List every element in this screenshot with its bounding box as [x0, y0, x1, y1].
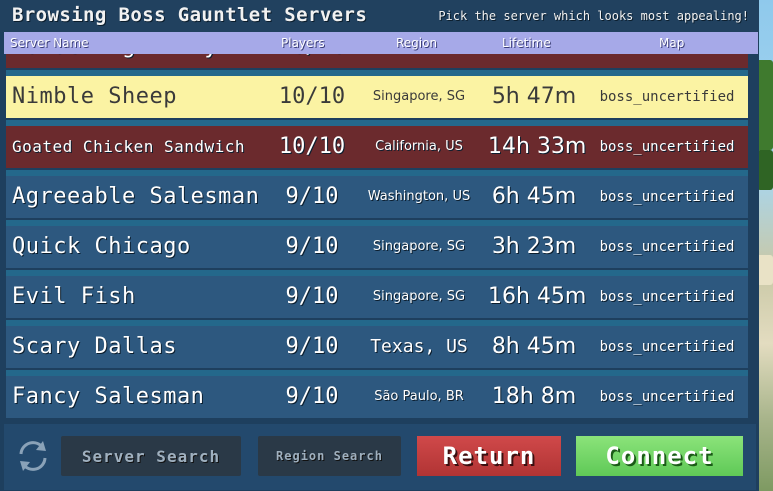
server-players: 9/10: [285, 334, 339, 359]
server-lifetime: 8h 45m: [491, 334, 577, 359]
server-map: boss_uncertified: [599, 239, 735, 255]
server-lifetime: 6h 45m: [491, 184, 577, 209]
server-name: Fancy Salesman: [12, 384, 205, 409]
server-row[interactable]: Goated Chicken Sandwich 10/10 California…: [6, 126, 748, 168]
refresh-icon[interactable]: [15, 438, 51, 474]
server-name: Scary Dallas: [12, 334, 177, 359]
column-header-lifetime[interactable]: Lifetime: [502, 36, 551, 50]
server-players: 10/10: [278, 134, 346, 159]
region-search-button[interactable]: Region Search: [258, 436, 401, 476]
server-row[interactable]: Agreeable Salesman 9/10 Washington, US 6…: [6, 176, 748, 218]
server-region: Washington, US: [367, 189, 471, 204]
window-subtitle: Pick the server which looks most appeali…: [438, 9, 749, 23]
server-region: Texas, US: [370, 336, 468, 357]
server-region: Singapore, SG: [372, 239, 466, 254]
tree-foliage: [757, 150, 773, 190]
server-name: Goated Chicken Sandwich: [12, 137, 246, 156]
server-map: boss_uncertified: [599, 139, 735, 155]
column-header-map[interactable]: Map: [659, 36, 684, 50]
server-name: Evil Fish: [12, 284, 136, 309]
title-bar: Browsing Boss Gauntlet Servers Pick the …: [0, 0, 759, 32]
server-row[interactable]: Quick Chicago 9/10 Singapore, SG 3h 23m …: [6, 226, 748, 268]
return-button[interactable]: Return: [417, 436, 561, 476]
server-players: 9/10: [285, 384, 339, 409]
server-row-selected[interactable]: Nimble Sheep 10/10 Singapore, SG 5h 47m …: [6, 76, 748, 118]
column-header-players[interactable]: Players: [281, 36, 325, 50]
server-lifetime: 5h 47m: [491, 84, 577, 109]
server-map: boss_uncertified: [599, 89, 735, 105]
server-players: 9/10: [285, 284, 339, 309]
server-list[interactable]: Wandering Billy 10/10 Nimble Sheep 10/10…: [6, 54, 748, 420]
server-row[interactable]: Evil Fish 9/10 Singapore, SG 16h 45m bos…: [6, 276, 748, 318]
server-players: 10/10: [278, 84, 346, 109]
server-lifetime: 3h 23m: [491, 234, 577, 259]
server-region: Singapore, SG: [372, 289, 466, 304]
column-header-server-name[interactable]: Server Name: [10, 36, 89, 50]
server-players: 10/10: [272, 54, 352, 68]
server-lifetime: 18h 8m: [491, 384, 577, 409]
server-map: boss_uncertified: [599, 289, 735, 305]
server-map: boss_uncertified: [599, 189, 735, 205]
server-region: São Paulo, BR: [374, 389, 464, 404]
server-name: Wandering Billy: [12, 54, 218, 68]
server-row[interactable]: Fancy Salesman 9/10 São Paulo, BR 18h 8m…: [6, 376, 748, 418]
column-header-region[interactable]: Region: [396, 36, 437, 50]
server-browser-panel: Browsing Boss Gauntlet Servers Pick the …: [0, 0, 759, 491]
server-name: Agreeable Salesman: [12, 184, 260, 209]
server-name: Nimble Sheep: [12, 84, 177, 109]
server-region: California, US: [375, 139, 463, 154]
server-search-button[interactable]: Server Search: [61, 436, 241, 476]
server-lifetime: 14h 33m: [488, 134, 587, 159]
server-lifetime: 16h 45m: [488, 284, 587, 309]
server-map: boss_uncertified: [599, 389, 735, 405]
server-name: Quick Chicago: [12, 234, 191, 259]
column-header-bar: Server Name Players Region Lifetime Map: [4, 32, 758, 54]
server-row-partial[interactable]: Wandering Billy 10/10: [6, 54, 748, 68]
server-players: 9/10: [285, 234, 339, 259]
server-region: Singapore, SG: [372, 89, 466, 104]
server-row[interactable]: Scary Dallas 9/10 Texas, US 8h 45m boss_…: [6, 326, 748, 368]
connect-button[interactable]: Connect: [576, 436, 743, 476]
server-map: boss_uncertified: [599, 339, 735, 355]
window-title: Browsing Boss Gauntlet Servers: [12, 4, 368, 26]
server-players: 9/10: [285, 184, 339, 209]
